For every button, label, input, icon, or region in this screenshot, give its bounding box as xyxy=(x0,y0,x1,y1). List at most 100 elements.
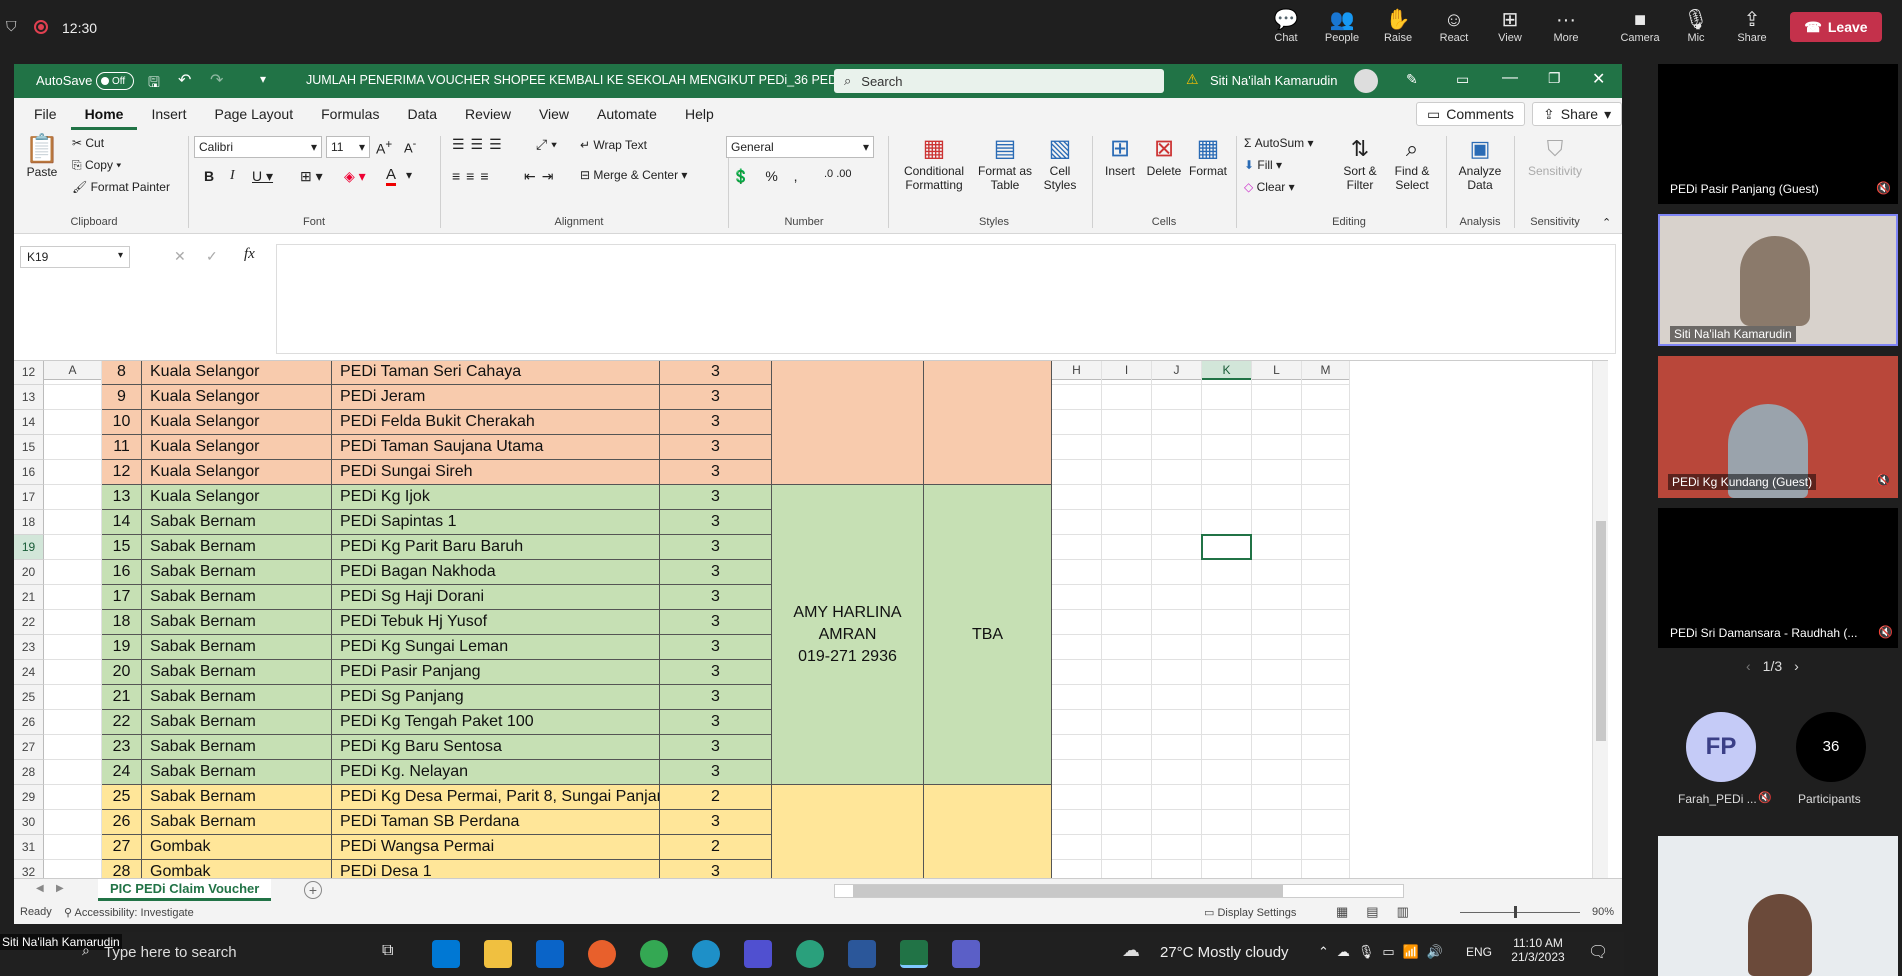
video-tile-active-speaker[interactable]: Siti Na'ilah Kamarudin xyxy=(1658,214,1898,346)
tab-review[interactable]: Review xyxy=(451,98,525,130)
grid-cell[interactable] xyxy=(1052,385,1102,410)
grid-cell[interactable] xyxy=(1202,385,1252,410)
row-header[interactable]: 27 xyxy=(14,735,44,760)
share-button[interactable]: ⇪ Share ▾ xyxy=(1532,102,1623,126)
customize-qat-icon[interactable]: ▾ xyxy=(260,72,266,86)
table-cell[interactable]: Sabak Bernam xyxy=(142,560,332,585)
table-cell[interactable]: Kuala Selangor xyxy=(142,385,332,410)
decrease-font-icon[interactable]: A- xyxy=(404,138,416,155)
tab-page-layout[interactable]: Page Layout xyxy=(200,98,307,130)
grid-cell[interactable] xyxy=(1102,410,1152,435)
search-input[interactable]: ⌕ Search xyxy=(834,69,1164,93)
table-cell[interactable]: 8 xyxy=(102,361,142,385)
increase-font-icon[interactable]: A+ xyxy=(376,138,392,157)
grid-cell[interactable] xyxy=(44,510,102,535)
grid-cell[interactable] xyxy=(1252,835,1302,860)
grid-cell[interactable] xyxy=(1252,361,1302,385)
grid-cell[interactable] xyxy=(1252,810,1302,835)
excel-icon[interactable] xyxy=(900,940,928,968)
grid-cell[interactable] xyxy=(1052,535,1102,560)
notifications-icon[interactable]: 🗨 xyxy=(1588,942,1608,962)
grid-cell[interactable] xyxy=(1202,660,1252,685)
grid-cell[interactable] xyxy=(1152,485,1202,510)
row-header[interactable]: 16 xyxy=(14,460,44,485)
cut-button[interactable]: ✂ Cut xyxy=(72,136,104,150)
table-cell[interactable]: Gombak xyxy=(142,835,332,860)
grid-cell[interactable] xyxy=(1252,760,1302,785)
table-cell[interactable]: Sabak Bernam xyxy=(142,535,332,560)
grid-cell[interactable] xyxy=(44,760,102,785)
grid-cell[interactable] xyxy=(1102,635,1152,660)
format-as-table-button[interactable]: ▤ Format as Table xyxy=(976,134,1034,192)
grid-cell[interactable] xyxy=(1202,410,1252,435)
grid-cell[interactable] xyxy=(1252,710,1302,735)
pen-icon[interactable]: ✎ xyxy=(1406,71,1418,88)
grid-cell[interactable] xyxy=(1102,435,1152,460)
grid-cell[interactable] xyxy=(1052,361,1102,385)
grid-cell[interactable] xyxy=(1102,535,1152,560)
more-button[interactable]: ··· More xyxy=(1538,8,1594,44)
table-cell[interactable]: 10 xyxy=(102,410,142,435)
table-cell[interactable]: Kuala Selangor xyxy=(142,435,332,460)
grid-cell[interactable] xyxy=(1252,685,1302,710)
grid-cell[interactable] xyxy=(1152,385,1202,410)
grid-cell[interactable] xyxy=(44,385,102,410)
row-header[interactable]: 20 xyxy=(14,560,44,585)
italic-button[interactable]: I xyxy=(230,168,235,184)
table-cell[interactable]: 3 xyxy=(660,660,772,685)
row-header[interactable]: 28 xyxy=(14,760,44,785)
table-cell[interactable]: 15 xyxy=(102,535,142,560)
table-cell[interactable]: 3 xyxy=(660,560,772,585)
mail-icon[interactable] xyxy=(432,940,460,968)
participants-count[interactable]: 36 xyxy=(1796,712,1866,782)
table-cell[interactable]: 11 xyxy=(102,435,142,460)
grid-cell[interactable] xyxy=(44,585,102,610)
grid-cell[interactable] xyxy=(1052,560,1102,585)
table-cell[interactable]: 3 xyxy=(660,710,772,735)
grid-cell[interactable] xyxy=(1052,660,1102,685)
sheet-nav-next-icon[interactable]: ▶ xyxy=(56,883,64,894)
grid-cell[interactable] xyxy=(1202,610,1252,635)
grid-cell[interactable] xyxy=(44,835,102,860)
grid-cell[interactable] xyxy=(1252,660,1302,685)
grid-cell[interactable] xyxy=(1102,485,1152,510)
grid-cell[interactable] xyxy=(1152,585,1202,610)
workbook-title[interactable]: JUMLAH PENERIMA VOUCHER SHOPEE KEMBALI K… xyxy=(306,73,840,87)
grid-cell[interactable] xyxy=(1152,535,1202,560)
grid-cell[interactable] xyxy=(1052,785,1102,810)
grid-cell[interactable] xyxy=(1102,460,1152,485)
grid-cell[interactable] xyxy=(1152,660,1202,685)
ribbon-display-icon[interactable]: ▭ xyxy=(1456,71,1469,88)
tab-view[interactable]: View xyxy=(525,98,583,130)
grid-cell[interactable] xyxy=(44,535,102,560)
grid-cell[interactable] xyxy=(1152,735,1202,760)
table-cell[interactable]: 16 xyxy=(102,560,142,585)
grid-cell[interactable] xyxy=(44,610,102,635)
formula-input[interactable] xyxy=(276,244,1616,354)
bold-button[interactable]: B xyxy=(204,168,214,184)
chat-button[interactable]: 💬 Chat xyxy=(1258,8,1314,44)
grid-cell[interactable] xyxy=(1252,385,1302,410)
insert-cells-button[interactable]: ⊞ Insert xyxy=(1098,134,1142,178)
font-family-select[interactable]: Calibri ▾ xyxy=(194,136,322,158)
table-cell[interactable]: PEDi Kg Desa Permai, Parit 8, Sungai Pan… xyxy=(332,785,660,810)
table-cell[interactable]: 3 xyxy=(660,610,772,635)
vertical-align-icons[interactable]: ☰☰☰ xyxy=(452,136,508,153)
table-cell[interactable]: 3 xyxy=(660,410,772,435)
grid-cell[interactable] xyxy=(44,660,102,685)
mic-button[interactable]: 🎙 Mic xyxy=(1668,8,1724,44)
horizontal-align-icons[interactable]: ≡≡≡ xyxy=(452,168,495,184)
grid-cell[interactable] xyxy=(1252,610,1302,635)
task-view-icon[interactable]: ⧉ xyxy=(382,942,393,960)
grid-cell[interactable] xyxy=(44,710,102,735)
grid-cell[interactable] xyxy=(1302,535,1350,560)
grid-cell[interactable] xyxy=(44,435,102,460)
grid-cell[interactable] xyxy=(1302,735,1350,760)
table-cell[interactable]: 24 xyxy=(102,760,142,785)
grid-cell[interactable] xyxy=(1102,760,1152,785)
table-cell[interactable]: 2 xyxy=(660,785,772,810)
account-name[interactable]: Siti Na'ilah Kamarudin xyxy=(1210,73,1338,88)
horizontal-scrollbar[interactable] xyxy=(834,884,1404,898)
grid-cell[interactable] xyxy=(1202,560,1252,585)
worksheet-grid[interactable]: ABCDEFGHIJKLM128Kuala SelangorPEDi Taman… xyxy=(14,360,1608,890)
